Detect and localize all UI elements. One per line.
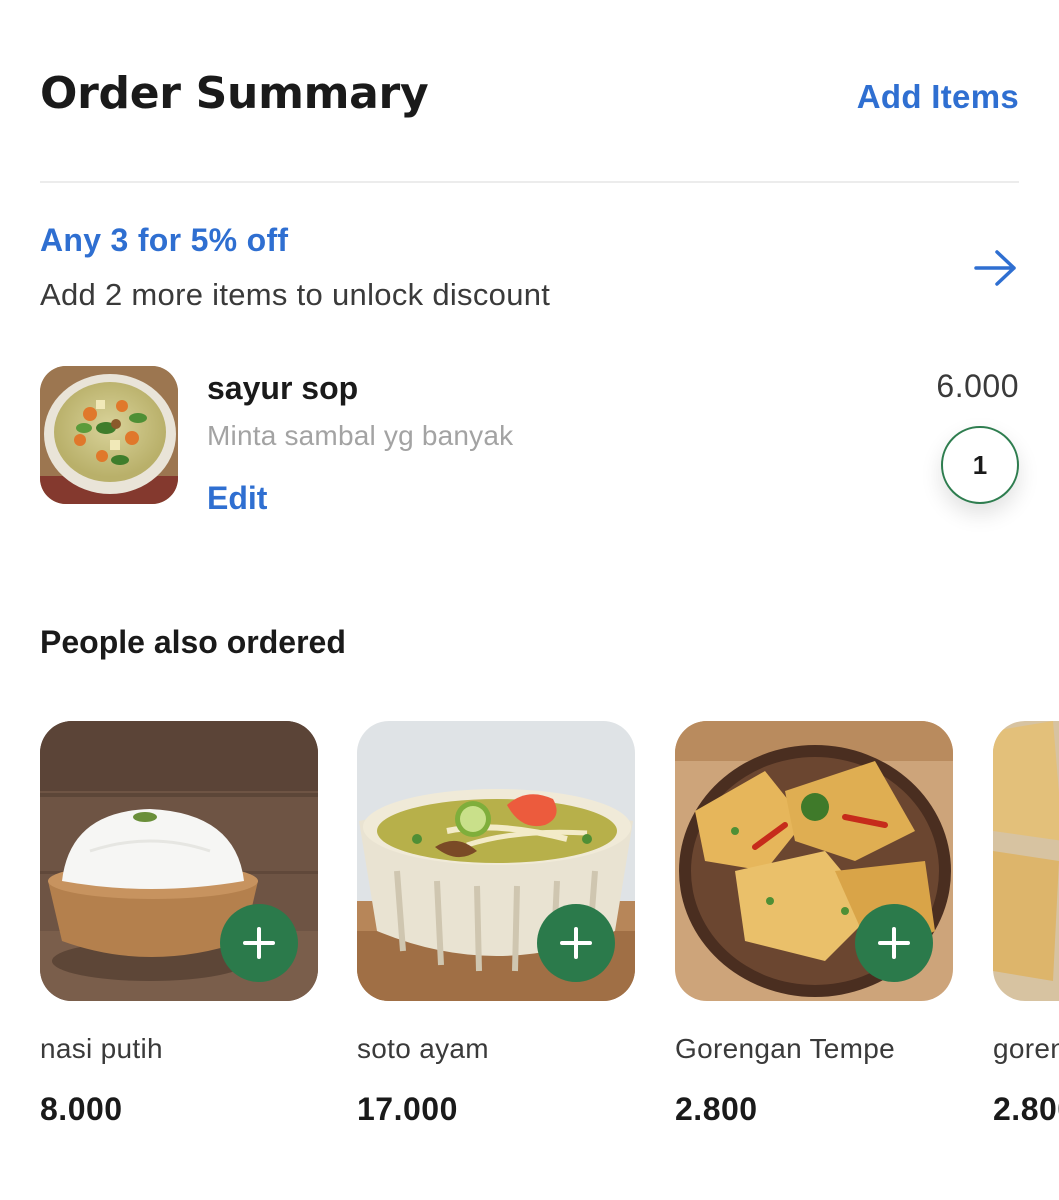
add-nasi-putih-button[interactable] <box>220 904 298 982</box>
product-price: 2.800 <box>675 1091 758 1127</box>
sayur-sop-image <box>40 366 178 504</box>
product-card[interactable]: Gorengan Tempe 2.800 <box>675 721 953 1141</box>
page-title: Order Summary <box>40 68 429 119</box>
plus-icon <box>243 927 275 959</box>
add-items-link[interactable]: Add Items <box>857 78 1019 116</box>
add-gorengan-tempe-button[interactable] <box>855 904 933 982</box>
add-soto-ayam-button[interactable] <box>537 904 615 982</box>
product-name: gorengan <box>993 1033 1059 1064</box>
item-note: Minta sambal yg banyak <box>207 420 514 451</box>
section-title: People also ordered <box>40 624 346 660</box>
item-price: 6.000 <box>936 368 1019 404</box>
item-name: sayur sop <box>207 370 359 406</box>
product-name: soto ayam <box>357 1033 489 1064</box>
product-card[interactable]: gorengan 2.800 <box>993 721 1059 1141</box>
divider <box>40 181 1019 183</box>
edit-button[interactable]: Edit <box>207 480 267 517</box>
product-card-clip: gorengan 2.800 <box>993 721 1059 1141</box>
product-price: 2.800 <box>993 1091 1059 1127</box>
product-price: 17.000 <box>357 1091 458 1127</box>
plus-icon <box>560 927 592 959</box>
promo-banner[interactable]: Any 3 for 5% off Add 2 more items to unl… <box>40 222 1019 322</box>
quantity-button[interactable]: 1 <box>941 426 1019 504</box>
product-card[interactable]: soto ayam 17.000 <box>357 721 635 1141</box>
header: Order Summary Add Items <box>40 68 1019 128</box>
gorengan-image <box>993 721 1059 1001</box>
product-name: Gorengan Tempe <box>675 1033 896 1064</box>
product-name: nasi putih <box>40 1033 163 1064</box>
plus-icon <box>878 927 910 959</box>
arrow-right-icon[interactable] <box>973 248 1019 288</box>
promo-title: Any 3 for 5% off <box>40 222 289 258</box>
product-price: 8.000 <box>40 1091 123 1127</box>
order-summary-page: Order Summary Add Items Any 3 for 5% off… <box>0 0 1059 1200</box>
promo-subtitle: Add 2 more items to unlock discount <box>40 277 551 312</box>
cart-item: sayur sop Minta sambal yg banyak Edit 6.… <box>40 364 1019 517</box>
product-card[interactable]: nasi putih 8.000 <box>40 721 318 1141</box>
